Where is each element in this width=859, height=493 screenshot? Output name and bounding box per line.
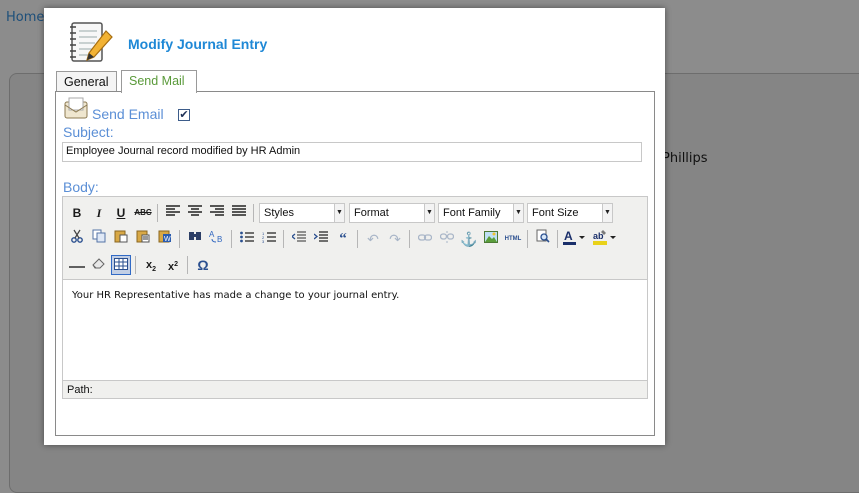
subject-label: Subject: [63,124,114,140]
body-label: Body: [63,179,99,195]
toolbar-separator [409,230,410,248]
svg-text:B: B [217,235,222,243]
blockquote-icon[interactable]: “ [333,229,353,249]
modify-journal-dialog: Modify Journal Entry General Send Mail S… [44,8,665,445]
styles-select-value: Styles [264,207,294,219]
editor-path-bar: Path: [67,384,93,396]
font-family-select-value: Font Family [443,207,501,219]
italic-icon[interactable]: I [89,203,109,223]
format-select[interactable]: Format ▼ [349,203,435,223]
background-name-text: Phillips [662,151,708,166]
toolbar-separator [357,230,358,248]
font-size-select[interactable]: Font Size ▼ [527,203,613,223]
rich-text-editor: B I U ABC Styles ▼ Format ▼ Font Family … [62,196,648,399]
editor-toolbar-row-2: W AB 123 “ ↶ ↷ ⚓ HTML A ab [63,227,647,251]
format-select-value: Format [354,207,389,219]
strikethrough-icon[interactable]: ABC [133,203,153,223]
align-left-icon[interactable] [163,203,183,223]
special-character-icon[interactable]: Ω [193,255,213,275]
outdent-icon[interactable] [289,229,309,249]
envelope-icon [64,97,88,119]
bold-icon[interactable]: B [67,203,87,223]
table-icon[interactable] [111,255,131,275]
toolbar-separator [135,256,136,274]
image-icon[interactable] [481,229,501,249]
text-color-icon[interactable]: A [563,229,589,249]
html-source-icon[interactable]: HTML [503,229,523,249]
cut-icon[interactable] [67,229,87,249]
unlink-icon[interactable] [437,229,457,249]
bullet-list-icon[interactable] [237,229,257,249]
numbered-list-icon[interactable]: 123 [259,229,279,249]
dropdown-arrow-icon: ▼ [424,204,434,222]
send-mail-panel: Send Email ✔ Subject: Employee Journal r… [55,91,655,436]
replace-icon[interactable]: AB [207,229,227,249]
paste-word-icon[interactable]: W [155,229,175,249]
subscript-icon[interactable]: x2 [141,255,161,275]
copy-icon[interactable] [89,229,109,249]
svg-text:W: W [164,236,171,243]
superscript-icon[interactable]: x2 [163,255,183,275]
indent-icon[interactable] [311,229,331,249]
link-icon[interactable] [415,229,435,249]
toolbar-separator [283,230,284,248]
tab-send-mail[interactable]: Send Mail [121,70,197,93]
toolbar-separator [179,230,180,248]
toolbar-separator [231,230,232,248]
svg-text:A: A [209,230,215,239]
underline-icon[interactable]: U [111,203,131,223]
notebook-pencil-icon [70,22,113,62]
tab-general[interactable]: General [56,71,117,92]
editor-toolbar-row-3: x2 x2 Ω [63,253,647,277]
toolbar-separator [253,204,254,222]
dropdown-arrow-icon: ▼ [334,204,344,222]
horizontal-rule-icon[interactable] [67,255,87,275]
editor-toolbar-row-1: B I U ABC Styles ▼ Format ▼ Font Family … [63,201,647,225]
dropdown-arrow-icon: ▼ [602,204,612,222]
send-email-checkbox[interactable]: ✔ [178,109,190,121]
editor-content-area[interactable]: Your HR Representative has made a change… [63,279,647,381]
align-center-icon[interactable] [185,203,205,223]
toolbar-separator [557,230,558,248]
toolbar-separator [187,256,188,274]
anchor-icon[interactable]: ⚓ [459,229,479,249]
align-justify-icon[interactable] [229,203,249,223]
svg-text:3: 3 [262,239,265,243]
redo-icon[interactable]: ↷ [385,229,405,249]
preview-icon[interactable] [533,229,553,249]
subject-input[interactable]: Employee Journal record modified by HR A… [62,142,642,162]
dialog-title: Modify Journal Entry [128,36,268,52]
paste-text-icon[interactable] [133,229,153,249]
home-link: Home [6,10,45,25]
toolbar-separator [527,230,528,248]
styles-select[interactable]: Styles ▼ [259,203,345,223]
font-size-select-value: Font Size [532,207,579,219]
dropdown-arrow-icon: ▼ [513,204,523,222]
font-family-select[interactable]: Font Family ▼ [438,203,524,223]
eraser-icon[interactable] [89,255,109,275]
find-icon[interactable] [185,229,205,249]
send-email-label: Send Email [92,106,164,122]
align-right-icon[interactable] [207,203,227,223]
paste-icon[interactable] [111,229,131,249]
undo-icon[interactable]: ↶ [363,229,383,249]
background-color-icon[interactable]: ab [593,229,619,249]
toolbar-separator [157,204,158,222]
svg-text:A: A [564,229,573,243]
